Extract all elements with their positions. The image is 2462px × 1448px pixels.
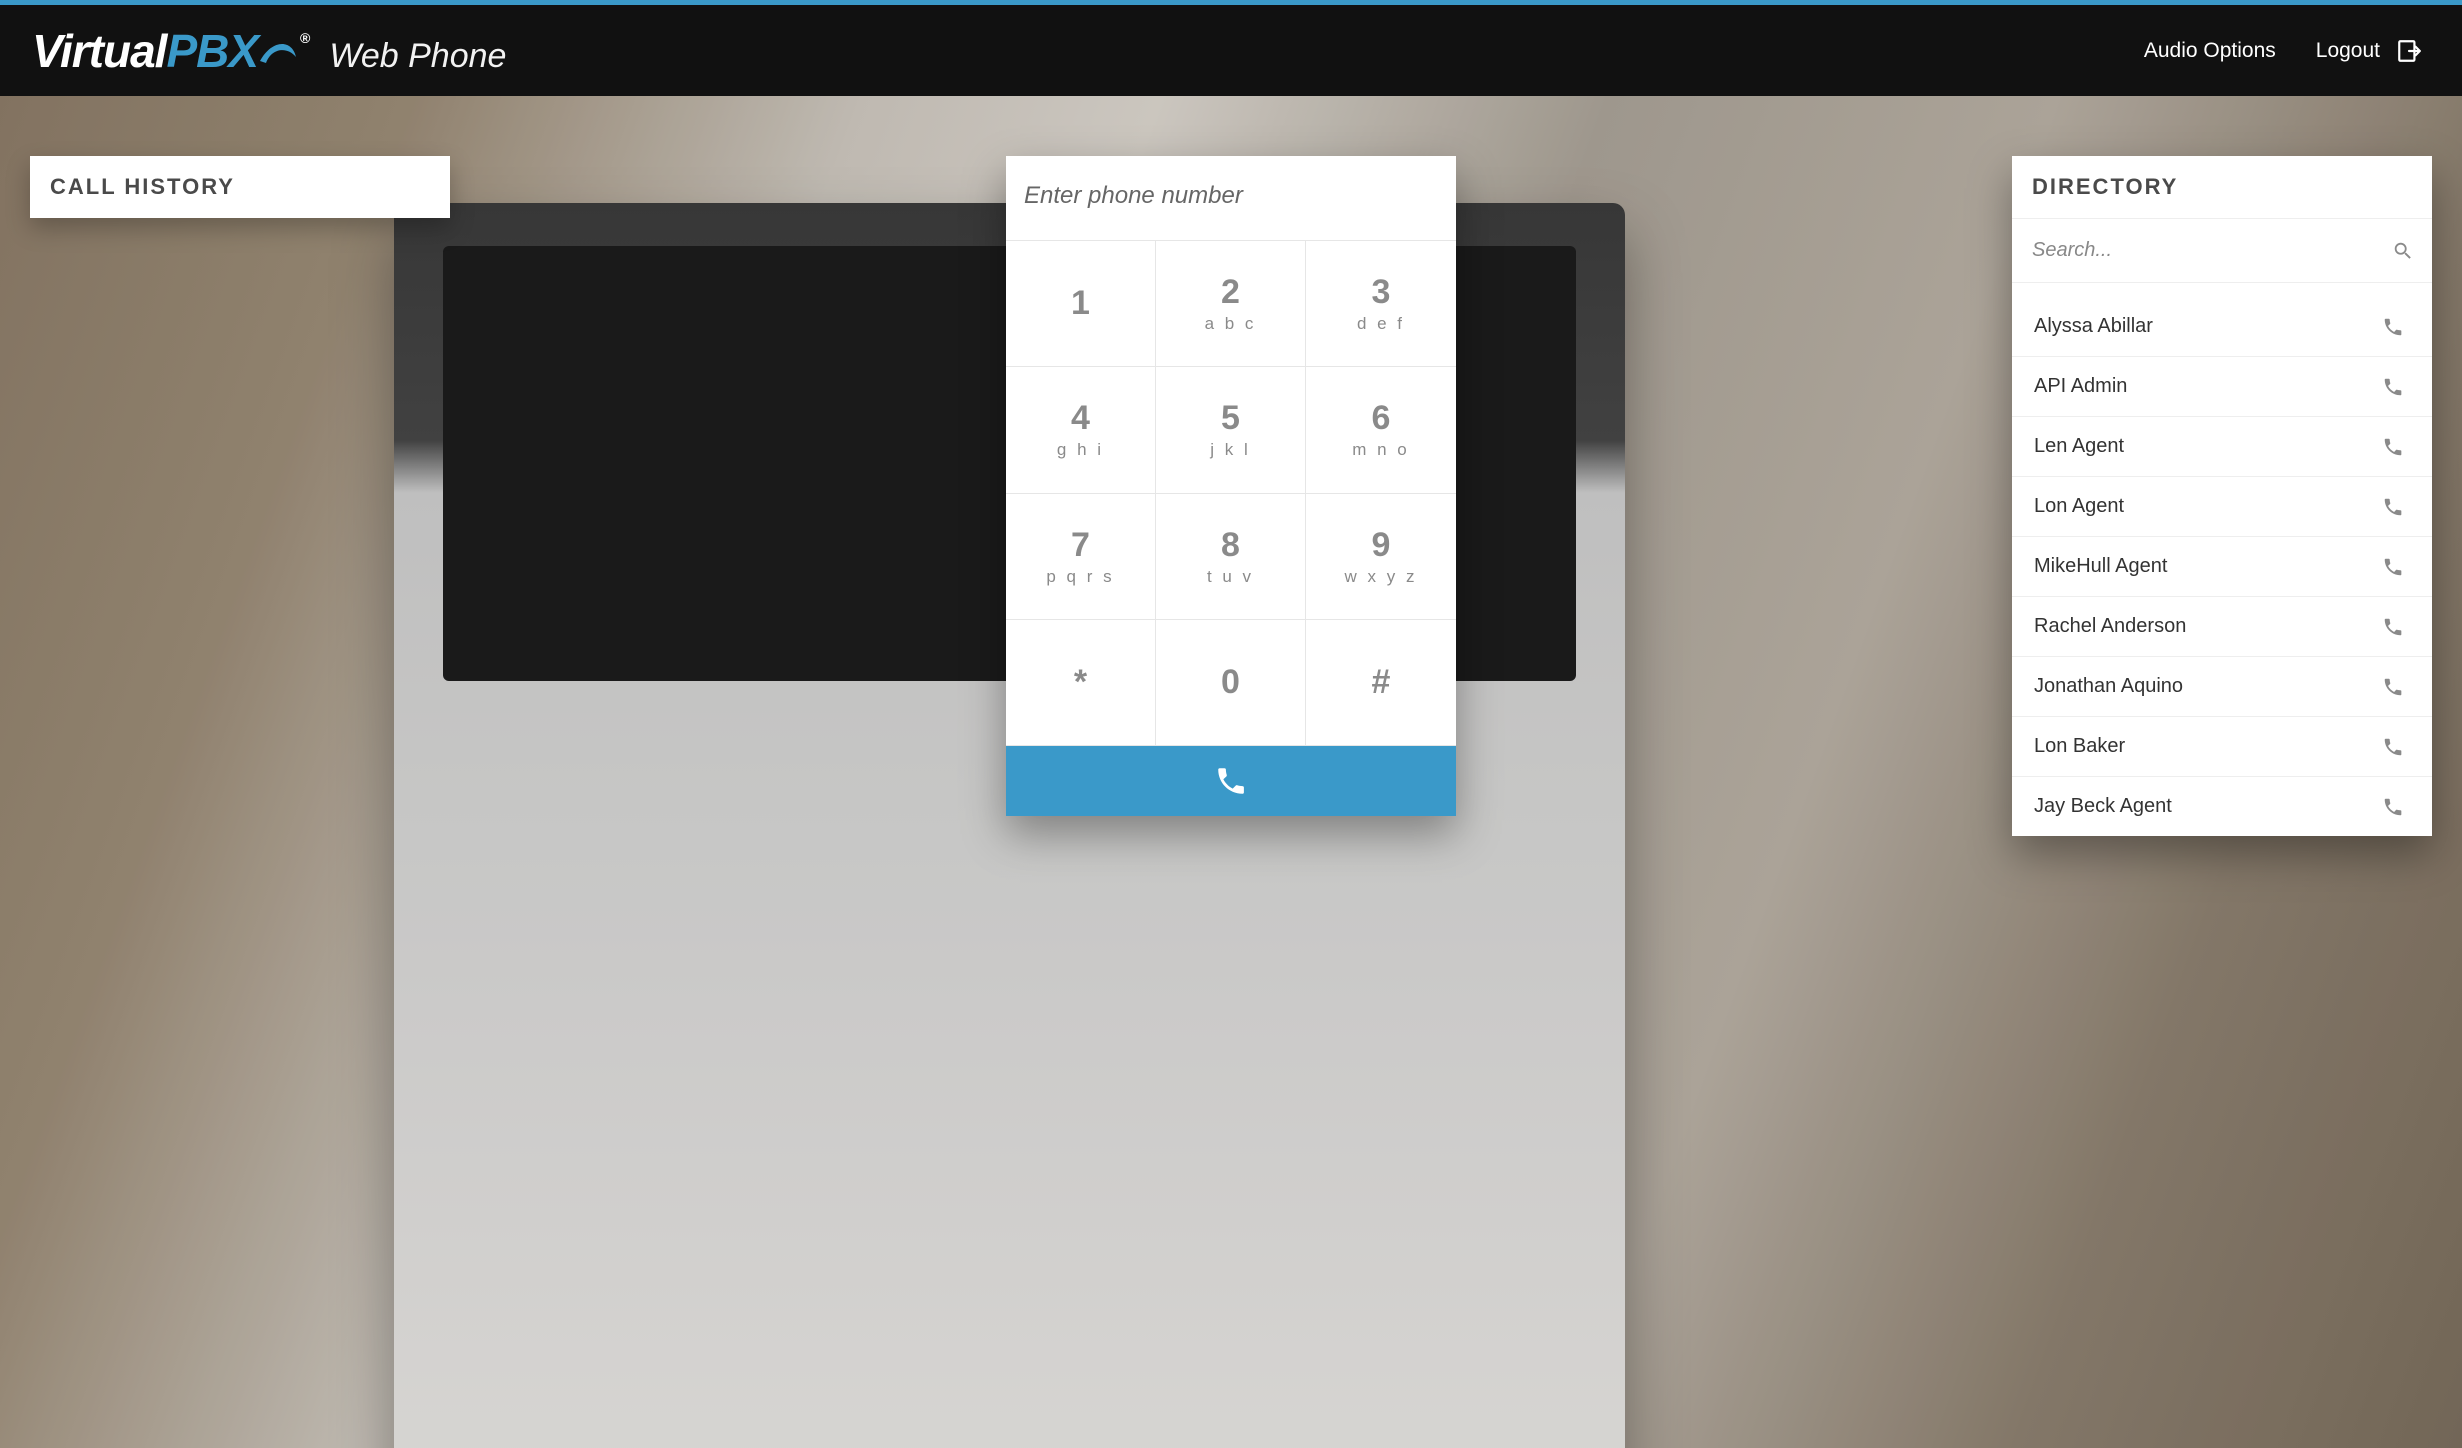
phone-icon[interactable] [2382, 616, 2404, 638]
call-button[interactable] [1006, 746, 1456, 816]
topbar-actions: Audio Options Logout [2144, 38, 2422, 64]
phone-icon[interactable] [2382, 436, 2404, 458]
directory-item[interactable]: Lon Baker [2012, 717, 2432, 777]
key-digit: * [1074, 663, 1087, 702]
key-letters: m n o [1352, 440, 1410, 460]
phone-icon[interactable] [2382, 796, 2404, 818]
key-digit: 2 [1221, 273, 1240, 312]
phone-number-input[interactable] [1006, 156, 1456, 240]
phone-icon[interactable] [2382, 736, 2404, 758]
key-digit: # [1372, 663, 1391, 702]
key-2[interactable]: 2a b c [1156, 241, 1306, 367]
key-#[interactable]: # [1306, 620, 1456, 746]
key-digit: 9 [1372, 526, 1391, 565]
contact-name: MikeHull Agent [2034, 555, 2167, 578]
logout-icon [2396, 38, 2422, 64]
directory-search [2012, 219, 2432, 283]
key-9[interactable]: 9w x y z [1306, 494, 1456, 620]
swoosh-icon [258, 30, 298, 70]
phone-icon[interactable] [2382, 556, 2404, 578]
directory-item[interactable]: API Admin [2012, 357, 2432, 417]
directory-item[interactable]: Jonathan Aquino [2012, 657, 2432, 717]
call-history-title: CALL HISTORY [30, 156, 450, 218]
key-letters: p q r s [1046, 567, 1114, 587]
registered-mark: ® [300, 30, 309, 46]
directory-item[interactable]: Rachel Anderson [2012, 597, 2432, 657]
contact-name: Jonathan Aquino [2034, 675, 2183, 698]
phone-icon[interactable] [2382, 496, 2404, 518]
brand-virtual: Virtual [32, 24, 166, 78]
key-digit: 4 [1071, 399, 1090, 438]
app-title: Web Phone [329, 37, 506, 76]
audio-options-label: Audio Options [2144, 39, 2276, 63]
key-*[interactable]: * [1006, 620, 1156, 746]
search-input[interactable] [2032, 219, 2392, 282]
key-digit: 8 [1221, 526, 1240, 565]
contact-name: Alyssa Abillar [2034, 315, 2153, 338]
top-bar: VirtualPBX ® Web Phone Audio Options Log… [0, 0, 2462, 96]
contact-name: Len Agent [2034, 435, 2124, 458]
directory-item[interactable]: MikeHull Agent [2012, 537, 2432, 597]
contact-name: Lon Agent [2034, 495, 2124, 518]
key-6[interactable]: 6m n o [1306, 367, 1456, 493]
phone-icon[interactable] [2382, 376, 2404, 398]
dialer-panel: 12a b c3d e f4g h i5j k l6m n o7p q r s8… [1006, 156, 1456, 816]
directory-list: Alyssa Abillar API Admin Len Agent Lon Agen… [2012, 297, 2432, 836]
brand: VirtualPBX ® Web Phone [32, 24, 506, 78]
key-letters: w x y z [1345, 567, 1418, 587]
key-8[interactable]: 8t u v [1156, 494, 1306, 620]
call-history-panel: CALL HISTORY [30, 156, 450, 1448]
brand-pbx: PBX [166, 24, 258, 78]
phone-icon [1214, 764, 1248, 798]
directory-title: DIRECTORY [2012, 156, 2432, 219]
key-letters: a b c [1205, 314, 1257, 334]
key-digit: 1 [1071, 284, 1090, 323]
key-7[interactable]: 7p q r s [1006, 494, 1156, 620]
phone-icon[interactable] [2382, 676, 2404, 698]
directory-item[interactable]: Jay Beck Agent [2012, 777, 2432, 836]
directory-item[interactable]: Lon Agent [2012, 477, 2432, 537]
logout-link[interactable]: Logout [2316, 38, 2422, 64]
key-5[interactable]: 5j k l [1156, 367, 1306, 493]
key-1[interactable]: 1 [1006, 241, 1156, 367]
key-0[interactable]: 0 [1156, 620, 1306, 746]
key-letters: g h i [1057, 440, 1104, 460]
contact-name: Lon Baker [2034, 735, 2125, 758]
key-4[interactable]: 4g h i [1006, 367, 1156, 493]
brand-logo: VirtualPBX ® [32, 24, 307, 78]
phone-icon[interactable] [2382, 316, 2404, 338]
contact-name: API Admin [2034, 375, 2127, 398]
key-letters: t u v [1207, 567, 1254, 587]
key-digit: 6 [1372, 399, 1391, 438]
directory-item[interactable]: Len Agent [2012, 417, 2432, 477]
key-digit: 0 [1221, 663, 1240, 702]
search-icon [2392, 240, 2414, 262]
contact-name: Rachel Anderson [2034, 615, 2186, 638]
key-digit: 7 [1071, 526, 1090, 565]
key-letters: j k l [1210, 440, 1251, 460]
contact-name: Jay Beck Agent [2034, 795, 2172, 818]
key-digit: 5 [1221, 399, 1240, 438]
keypad: 12a b c3d e f4g h i5j k l6m n o7p q r s8… [1006, 240, 1456, 746]
logout-label: Logout [2316, 39, 2380, 63]
directory-item[interactable]: Alyssa Abillar [2012, 297, 2432, 357]
directory-panel: DIRECTORY Alyssa Abillar API Admin Len Age… [2012, 156, 2432, 836]
key-letters: d e f [1357, 314, 1405, 334]
key-digit: 3 [1372, 273, 1391, 312]
audio-options-link[interactable]: Audio Options [2144, 39, 2276, 63]
key-3[interactable]: 3d e f [1306, 241, 1456, 367]
workspace: CALL HISTORY 12a b c3d e f4g h i5j k l6m… [0, 96, 2462, 1448]
